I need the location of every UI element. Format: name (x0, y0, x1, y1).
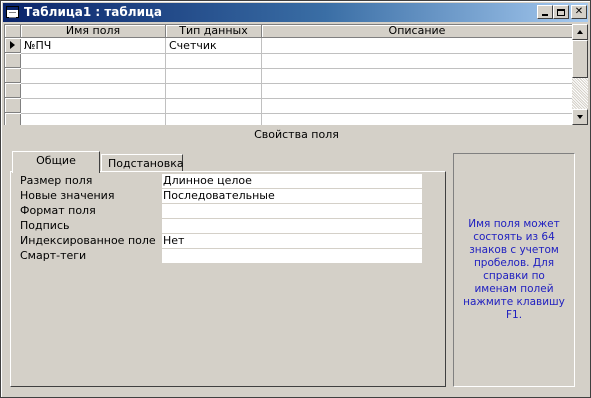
row-divider (21, 98, 572, 99)
property-label-field-size: Размер поля (20, 174, 93, 187)
column-header-description[interactable]: Описание (262, 25, 572, 38)
table-icon (6, 6, 19, 18)
current-row-arrow-icon (10, 41, 15, 49)
property-value-field-size[interactable]: Длинное целое (162, 174, 422, 188)
cell-data-type[interactable]: Счетчик (166, 39, 261, 53)
property-label-caption: Подпись (20, 219, 70, 232)
help-box: Имя поля может состоять из 64 знаков с у… (453, 153, 575, 387)
close-icon: ✕ (574, 6, 584, 17)
scroll-up-button[interactable] (572, 24, 588, 40)
column-header-data-type[interactable]: Тип данных (166, 25, 262, 38)
property-label-smart-tags: Смарт-теги (20, 249, 87, 262)
cell-field-name[interactable]: №ПЧ (21, 39, 165, 53)
row-selector-current[interactable] (5, 38, 21, 53)
row-divider (21, 83, 572, 84)
row-selector-column (5, 38, 21, 125)
row-divider (21, 68, 572, 69)
property-value-smart-tags[interactable] (162, 249, 422, 263)
window-title: Таблица1 : таблица (24, 5, 162, 19)
close-button[interactable]: ✕ (571, 5, 587, 19)
property-value-caption[interactable] (162, 219, 422, 233)
row-divider (21, 113, 572, 114)
grid-corner[interactable] (5, 25, 21, 38)
property-label-format: Формат поля (20, 204, 96, 217)
arrow-down-icon (577, 115, 583, 119)
tab-general[interactable]: Общие (12, 151, 100, 173)
help-text: Имя поля может состоять из 64 знаков с у… (463, 218, 565, 321)
field-properties-title: Свойства поля (254, 128, 339, 141)
row-selector[interactable] (5, 68, 21, 83)
property-value-format[interactable] (162, 204, 422, 218)
maximize-button[interactable] (553, 5, 569, 19)
title-bar[interactable]: Таблица1 : таблица ✕ (3, 3, 588, 22)
scroll-down-button[interactable] (572, 109, 588, 125)
minimize-button[interactable] (537, 5, 553, 19)
property-label-new-values: Новые значения (20, 189, 115, 202)
arrow-up-icon (577, 30, 583, 34)
property-value-indexed[interactable]: Нет (162, 234, 422, 248)
row-selector[interactable] (5, 113, 21, 125)
table-design-window: Таблица1 : таблица ✕ Имя поля Тип данных… (0, 0, 591, 398)
scroll-thumb[interactable] (572, 40, 588, 78)
property-label-indexed: Индексированное поле (20, 234, 156, 247)
minimize-icon (542, 14, 548, 16)
vertical-scrollbar[interactable] (572, 24, 588, 125)
maximize-icon (557, 8, 565, 16)
column-header-field-name[interactable]: Имя поля (21, 25, 166, 38)
row-divider (21, 53, 572, 54)
general-properties-panel: Размер поля Длинное целое Новые значения… (10, 171, 446, 387)
cell-description[interactable] (262, 39, 572, 53)
field-grid: Имя поля Тип данных Описание №ПЧ Счетчик (4, 24, 572, 125)
row-selector[interactable] (5, 83, 21, 98)
row-selector[interactable] (5, 98, 21, 113)
row-selector[interactable] (5, 53, 21, 68)
property-value-new-values[interactable]: Последовательные (162, 189, 422, 203)
